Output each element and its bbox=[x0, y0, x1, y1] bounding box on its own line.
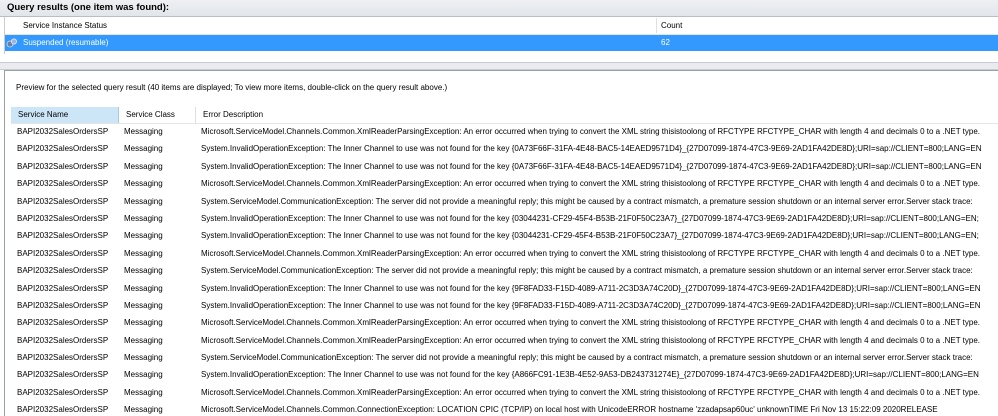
cell-error-description: System.InvalidOperationException: The In… bbox=[201, 144, 982, 154]
cell-service-class: Messaging bbox=[124, 266, 163, 276]
column-separator bbox=[656, 18, 657, 33]
cell-error-description: Microsoft.ServiceModel.Channels.Common.X… bbox=[201, 179, 980, 189]
table-row[interactable]: BAPI2032SalesOrdersSP Messaging Microsoft.… bbox=[11, 385, 998, 402]
cell-service-name: BAPI2032SalesOrdersSP bbox=[17, 300, 109, 310]
pane-splitter[interactable] bbox=[0, 62, 998, 70]
result-status: Suspended (resumable) bbox=[23, 38, 109, 47]
table-row[interactable]: BAPI2032SalesOrdersSP Messaging Microsoft.… bbox=[11, 315, 998, 332]
cell-service-name: BAPI2032SalesOrdersSP bbox=[17, 127, 109, 136]
cell-error-description: System.InvalidOperationException: The In… bbox=[201, 283, 981, 293]
cell-service-class: Messaging bbox=[124, 283, 163, 293]
cell-service-class: Messaging bbox=[124, 213, 163, 223]
cell-error-description: System.InvalidOperationException: The In… bbox=[201, 161, 982, 171]
cell-error-description: Microsoft.ServiceModel.Channels.Common.C… bbox=[201, 405, 938, 415]
suspended-instance-icon bbox=[6, 37, 18, 49]
cell-service-name: BAPI2032SalesOrdersSP bbox=[17, 318, 109, 328]
cell-error-description: Microsoft.ServiceModel.Channels.Common.X… bbox=[201, 248, 980, 258]
cell-error-description: System.InvalidOperationException: The In… bbox=[201, 231, 979, 241]
preview-grid-header: Service Name Service Class Error Descrip… bbox=[11, 107, 998, 124]
cell-service-class: Messaging bbox=[124, 231, 163, 241]
cell-service-name: BAPI2032SalesOrdersSP bbox=[17, 266, 109, 276]
cell-error-description: Microsoft.ServiceModel.Channels.Common.X… bbox=[201, 335, 980, 345]
preview-pane: Preview for the selected query result (4… bbox=[4, 70, 998, 416]
cell-service-class: Messaging bbox=[124, 144, 163, 154]
column-service-class[interactable]: Service Class bbox=[119, 107, 196, 123]
cell-service-class: Messaging bbox=[124, 335, 163, 345]
cell-service-class: Messaging bbox=[124, 405, 163, 415]
cell-error-description: Microsoft.ServiceModel.Channels.Common.X… bbox=[201, 387, 980, 397]
cell-service-class: Messaging bbox=[124, 127, 163, 136]
cell-service-name: BAPI2032SalesOrdersSP bbox=[17, 179, 109, 189]
cell-service-class: Messaging bbox=[124, 370, 163, 380]
cell-service-class: Messaging bbox=[124, 248, 163, 258]
cell-service-name: BAPI2032SalesOrdersSP bbox=[17, 196, 109, 206]
cell-service-name: BAPI2032SalesOrdersSP bbox=[17, 387, 109, 397]
cell-service-name: BAPI2032SalesOrdersSP bbox=[17, 353, 109, 363]
column-service-instance-status[interactable]: Service Instance Status bbox=[23, 21, 107, 30]
cell-service-class: Messaging bbox=[124, 318, 163, 328]
table-row[interactable]: BAPI2032SalesOrdersSP Messaging System.Inv… bbox=[11, 141, 998, 158]
table-row[interactable]: BAPI2032SalesOrdersSP Messaging System.Inv… bbox=[11, 228, 998, 245]
table-row[interactable]: BAPI2032SalesOrdersSP Messaging Microsoft.… bbox=[11, 176, 998, 193]
cell-error-description: System.InvalidOperationException: The In… bbox=[201, 300, 981, 310]
table-row[interactable]: BAPI2032SalesOrdersSP Messaging Microsoft.… bbox=[11, 333, 998, 350]
column-error-description[interactable]: Error Description bbox=[196, 107, 998, 123]
query-result-row-selected[interactable]: Suspended (resumable) 62 bbox=[5, 35, 998, 51]
cell-service-name: BAPI2032SalesOrdersSP bbox=[17, 161, 109, 171]
query-results-header: Query results (one item was found): bbox=[0, 0, 998, 17]
table-row[interactable]: BAPI2032SalesOrdersSP Messaging Microsoft.… bbox=[11, 246, 998, 263]
cell-error-description: System.InvalidOperationException: The In… bbox=[201, 370, 979, 380]
table-row[interactable]: BAPI2032SalesOrdersSP Messaging System.Inv… bbox=[11, 298, 998, 315]
cell-error-description: Microsoft.ServiceModel.Channels.Common.X… bbox=[201, 127, 980, 136]
cell-service-class: Messaging bbox=[124, 353, 163, 363]
cell-service-class: Messaging bbox=[124, 300, 163, 310]
table-row[interactable]: BAPI2032SalesOrdersSP Messaging System.Ser… bbox=[11, 263, 998, 280]
cell-service-name: BAPI2032SalesOrdersSP bbox=[17, 283, 109, 293]
table-row[interactable]: BAPI2032SalesOrdersSP Messaging System.Ser… bbox=[11, 194, 998, 211]
cell-error-description: System.ServiceModel.CommunicationExcepti… bbox=[201, 196, 973, 206]
cell-service-name: BAPI2032SalesOrdersSP bbox=[17, 335, 109, 345]
cell-service-class: Messaging bbox=[124, 179, 163, 189]
cell-service-class: Messaging bbox=[124, 387, 163, 397]
table-row[interactable]: BAPI2032SalesOrdersSP Messaging Microsoft.… bbox=[11, 402, 998, 416]
table-row[interactable]: BAPI2032SalesOrdersSP Messaging Microsoft.… bbox=[11, 124, 998, 141]
cell-error-description: System.InvalidOperationException: The In… bbox=[201, 213, 979, 223]
cell-service-name: BAPI2032SalesOrdersSP bbox=[17, 213, 109, 223]
cell-error-description: System.ServiceModel.CommunicationExcepti… bbox=[201, 353, 973, 363]
column-count[interactable]: Count bbox=[661, 21, 682, 30]
column-service-name[interactable]: Service Name bbox=[11, 107, 119, 123]
query-results-column-header: Service Instance Status Count bbox=[5, 17, 998, 35]
preview-label: Preview for the selected query result (4… bbox=[16, 83, 448, 92]
cell-service-name: BAPI2032SalesOrdersSP bbox=[17, 248, 109, 258]
cell-service-name: BAPI2032SalesOrdersSP bbox=[17, 231, 109, 241]
table-row[interactable]: BAPI2032SalesOrdersSP Messaging System.Inv… bbox=[11, 159, 998, 176]
table-row[interactable]: BAPI2032SalesOrdersSP Messaging System.Inv… bbox=[11, 367, 998, 384]
table-row[interactable]: BAPI2032SalesOrdersSP Messaging System.Ser… bbox=[11, 350, 998, 367]
table-row[interactable]: BAPI2032SalesOrdersSP Messaging System.Inv… bbox=[11, 281, 998, 298]
cell-error-description: Microsoft.ServiceModel.Channels.Common.X… bbox=[201, 318, 980, 328]
cell-service-name: BAPI2032SalesOrdersSP bbox=[17, 370, 109, 380]
preview-grid-body: BAPI2032SalesOrdersSP Messaging Microsoft.… bbox=[11, 124, 998, 416]
table-row[interactable]: BAPI2032SalesOrdersSP Messaging System.Inv… bbox=[11, 211, 998, 228]
cell-service-class: Messaging bbox=[124, 196, 163, 206]
cell-error-description: System.ServiceModel.CommunicationExcepti… bbox=[201, 266, 973, 276]
cell-service-class: Messaging bbox=[124, 161, 163, 171]
cell-service-name: BAPI2032SalesOrdersSP bbox=[17, 405, 109, 415]
query-results-table: Service Instance Status Count Suspended … bbox=[4, 17, 998, 54]
cell-service-name: BAPI2032SalesOrdersSP bbox=[17, 144, 109, 154]
result-count: 62 bbox=[661, 38, 670, 47]
query-results-title: Query results (one item was found): bbox=[7, 2, 170, 13]
